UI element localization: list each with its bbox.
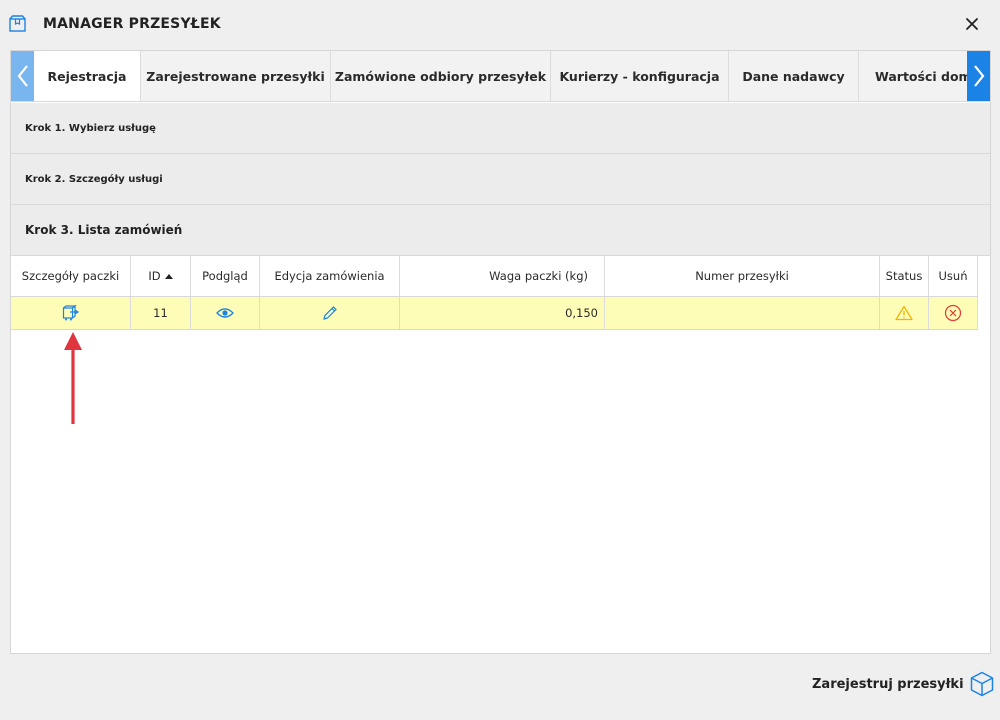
- tab-label: Kurierzy - konfiguracja: [559, 68, 720, 84]
- chevron-right-icon: [973, 65, 984, 87]
- tab-label: Zarejestrowane przesyłki: [146, 68, 325, 84]
- step-1-header[interactable]: Krok 1. Wybierz usługę: [11, 103, 990, 154]
- header-label: ID: [148, 269, 161, 283]
- step-2-header[interactable]: Krok 2. Szczegóły usługi: [11, 154, 990, 205]
- chevron-left-icon: [17, 65, 28, 87]
- step-1-label: Krok 1. Wybierz usługę: [25, 122, 156, 134]
- step-3-label: Krok 3. Lista zamówień: [25, 223, 183, 237]
- register-button-label: Zarejestruj przesyłki: [812, 676, 964, 692]
- title-bar: MANAGER PRZESYŁEK: [0, 0, 1000, 50]
- sort-ascending-icon: [164, 273, 173, 279]
- tab-scroll-left-button[interactable]: [11, 51, 34, 101]
- tab-label: Zamówione odbiory przesyłek: [334, 68, 547, 84]
- header-label: Edycja zamówienia: [274, 269, 385, 283]
- details-cell: [11, 297, 131, 329]
- weight-cell: 0,150: [400, 297, 605, 329]
- annotation-arrow: [64, 332, 82, 424]
- parcel-weight: 0,150: [565, 306, 598, 320]
- manager-panel: Rejestracja Zarejestrowane przesyłki Zam…: [10, 50, 991, 654]
- tab-kurierzy-konfiguracja[interactable]: Kurierzy - konfiguracja: [551, 51, 729, 101]
- tab-label: Dane nadawcy: [742, 68, 845, 84]
- preview-cell: [191, 297, 260, 329]
- column-header-preview: Podgląd: [191, 256, 260, 296]
- package-box-icon: [9, 15, 26, 32]
- order-id: 11: [153, 306, 168, 320]
- register-shipments-button[interactable]: Zarejestruj przesyłki: [812, 670, 994, 698]
- tab-wartosci-domyslne[interactable]: Wartości domy: [859, 51, 980, 101]
- tab-bar: Rejestracja Zarejestrowane przesyłki Zam…: [11, 51, 990, 102]
- step-2-label: Krok 2. Szczegóły usługi: [25, 173, 163, 185]
- remove-circle-icon[interactable]: [944, 304, 962, 322]
- tracking-cell: [605, 297, 880, 329]
- tab-zarejestrowane-przesylki[interactable]: Zarejestrowane przesyłki: [141, 51, 331, 101]
- status-cell: [880, 297, 929, 329]
- column-header-remove: Usuń: [929, 256, 978, 296]
- parcel-details-icon[interactable]: [62, 305, 80, 321]
- tab-label: Rejestracja: [47, 69, 127, 84]
- tab-dane-nadawcy[interactable]: Dane nadawcy: [729, 51, 859, 101]
- header-label: Podgląd: [202, 269, 248, 283]
- close-icon[interactable]: [962, 14, 982, 34]
- id-cell: 11: [131, 297, 191, 329]
- header-label: Usuń: [938, 269, 968, 283]
- column-header-tracking: Numer przesyłki: [605, 256, 880, 296]
- remove-cell: [929, 297, 978, 329]
- table-header-row: Szczegóły paczki ID Podgląd Edycja zamów…: [11, 256, 978, 297]
- tab-scroll-right-button[interactable]: [967, 51, 990, 101]
- column-header-id[interactable]: ID: [131, 256, 191, 296]
- tab-zamowione-odbiory[interactable]: Zamówione odbiory przesyłek: [331, 51, 551, 101]
- table-row: 11 0,150: [11, 297, 978, 330]
- window-title: MANAGER PRZESYŁEK: [43, 16, 221, 32]
- tab-label: Wartości domy: [875, 68, 980, 84]
- eye-icon[interactable]: [216, 307, 234, 319]
- tab-rejestracja[interactable]: Rejestracja: [34, 51, 141, 101]
- column-header-status: Status: [880, 256, 929, 296]
- pencil-icon[interactable]: [322, 305, 338, 321]
- header-label: Status: [885, 269, 923, 283]
- header-label: Numer przesyłki: [695, 269, 789, 283]
- header-label: Waga paczki (kg): [489, 269, 588, 283]
- header-label: Szczegóły paczki: [21, 269, 120, 283]
- step-3-header[interactable]: Krok 3. Lista zamówień: [11, 205, 990, 256]
- warning-icon: [895, 305, 913, 321]
- column-header-weight: Waga paczki (kg): [400, 256, 605, 296]
- column-header-edit: Edycja zamówienia: [260, 256, 400, 296]
- cube-icon: [970, 671, 993, 697]
- column-header-details: Szczegóły paczki: [11, 256, 131, 296]
- edit-cell: [260, 297, 400, 329]
